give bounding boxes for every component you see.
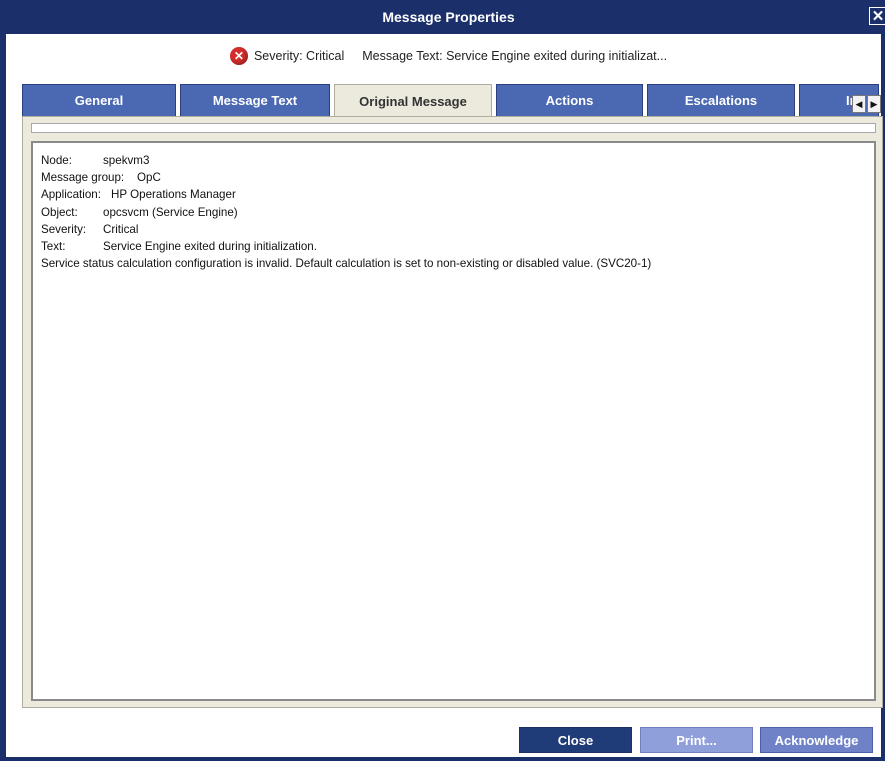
critical-error-icon: ✕ [229,47,248,65]
application-value: HP Operations Manager [111,188,236,202]
arrow-left-icon[interactable]: ◀ [852,95,866,113]
severity-value: Critical [103,222,139,236]
window-title: Message Properties [382,9,515,25]
tab-actions[interactable]: Actions [496,84,643,116]
node-label: Node: [41,154,72,167]
message-group-row: Message group: OpC [41,169,866,186]
message-group-label: Message group: [41,171,125,185]
text-value: Service Engine exited during initializat… [103,240,317,254]
tab-general[interactable]: General [22,84,176,116]
text-row: Text: Service Engine exited during initia… [41,238,866,255]
severity-row: Severity: Critical [41,221,866,238]
message-summary: ✕ Severity: Critical Message Text: Servi… [6,44,885,68]
message-properties-window: Message Properties ✕ ✕ Severity: Critica… [0,0,885,761]
acknowledge-button[interactable]: Acknowledge [760,727,873,753]
close-x-icon[interactable]: ✕ [869,7,885,25]
tab-message-text[interactable]: Message Text [180,84,330,116]
panel-header-strip [31,123,876,133]
severity-label: Severity: [41,222,87,236]
application-label: Application: [41,188,101,202]
button-bar: Close Print... Acknowledge [6,727,885,753]
severity-summary: Severity: Critical [253,49,345,63]
print-button[interactable]: Print... [640,727,753,753]
text-label: Text: [41,240,66,254]
object-label: Object: [41,205,78,219]
object-value: opcsvcm (Service Engine) [103,205,238,219]
tab-panel: Node: spekvm3 Message group: OpC Applicati… [22,116,883,708]
arrow-right-icon[interactable]: ▶ [867,95,881,113]
message-group-value: OpC [137,171,161,185]
tab-escalations[interactable]: Escalations [647,84,795,116]
close-button[interactable]: Close [519,727,632,753]
tab-bar: General Message Text Original Message Ac… [22,84,879,116]
message-text-summary: Message Text: Service Engine exited duri… [362,49,668,63]
original-message-text: Node: spekvm3 Message group: OpC Applicati… [31,141,876,701]
object-row: Object: opcsvcm (Service Engine) [41,204,866,221]
title-bar: Message Properties ✕ [6,0,885,34]
node-value: spekvm3 [103,154,150,167]
detail-line: Service status calculation configuration… [41,257,652,271]
node-row: Node: spekvm3 [41,152,866,169]
application-row: Application: HP Operations Manager [41,186,866,203]
tab-original-message[interactable]: Original Message [334,84,492,116]
